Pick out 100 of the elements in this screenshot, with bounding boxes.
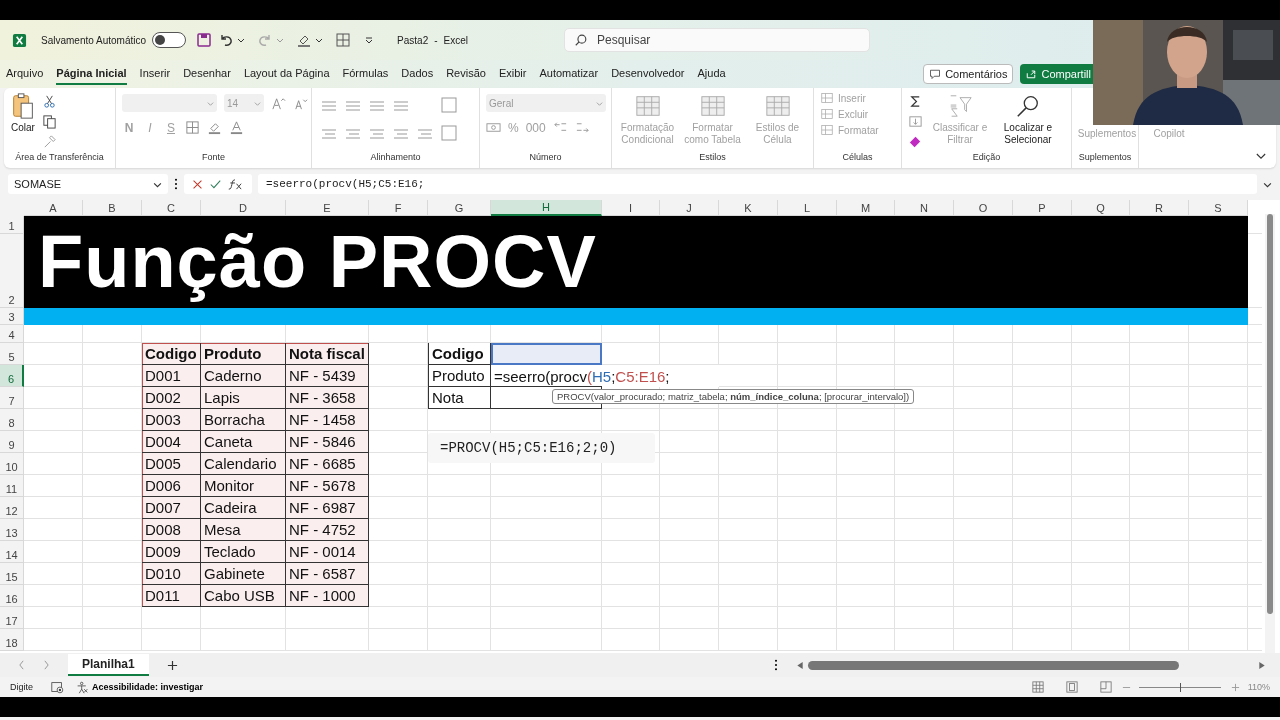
formula-input[interactable]: =seerro(procv(H5;C5:E16; — [258, 174, 1257, 194]
group-label: Fonte — [202, 152, 225, 162]
autosave-toggle[interactable] — [152, 32, 187, 48]
row-header[interactable]: 11 — [0, 475, 24, 497]
table-cell: NF - 6685 — [286, 453, 369, 475]
table-cell: D009 — [142, 541, 201, 563]
column-header[interactable]: G — [428, 200, 491, 216]
grow-font-icon[interactable] — [271, 95, 286, 111]
menu-tab[interactable]: Fórmulas — [342, 63, 389, 85]
column-header[interactable]: J — [660, 200, 719, 216]
row-header[interactable]: 18 — [0, 629, 24, 651]
comments-button[interactable]: Comentários — [923, 64, 1014, 84]
borders-icon[interactable] — [335, 32, 352, 48]
more-icon[interactable] — [174, 178, 178, 190]
column-header[interactable]: P — [1013, 200, 1072, 216]
menu-tab[interactable]: Revisão — [446, 63, 486, 85]
column-header[interactable]: L — [778, 200, 837, 216]
column-header[interactable]: H — [491, 200, 602, 216]
row-header[interactable]: 2 — [0, 234, 24, 308]
scissors-icon[interactable] — [42, 94, 57, 109]
confirm-icon[interactable] — [209, 178, 221, 190]
column-header[interactable]: Q — [1072, 200, 1130, 216]
scroll-right-icon[interactable] — [1258, 660, 1266, 670]
column-header[interactable]: M — [837, 200, 895, 216]
previous-sheet-icon[interactable] — [18, 660, 25, 670]
format-painter-icon[interactable] — [42, 134, 57, 149]
column-header[interactable]: D — [201, 200, 286, 216]
menu-tab[interactable]: Desenhar — [183, 63, 231, 85]
horizontal-scrollbar[interactable] — [796, 659, 1266, 671]
row-header[interactable]: 14 — [0, 541, 24, 563]
group-label: Área de Transferência — [15, 152, 104, 162]
sheet-tab[interactable]: Planilha1 — [68, 654, 149, 676]
menu-tab[interactable]: Dados — [401, 63, 434, 85]
undo-icon[interactable] — [218, 32, 235, 48]
row-header[interactable]: 12 — [0, 497, 24, 519]
formula-cell[interactable]: =seerro(procv(H5;C5:E16; — [491, 365, 719, 387]
row-header[interactable]: 7 — [0, 387, 24, 409]
column-header[interactable]: I — [602, 200, 660, 216]
column-header[interactable]: K — [719, 200, 778, 216]
accessibility-button[interactable]: Acessibilidade: investigar — [76, 680, 204, 694]
zoom-in-icon[interactable] — [1230, 682, 1240, 692]
menu-tab[interactable]: Arquivo — [6, 63, 44, 85]
menu-tab[interactable]: Desenvolvedor — [611, 63, 685, 85]
column-header[interactable]: O — [954, 200, 1013, 216]
autosave-label: Salvamento Automático — [41, 34, 147, 46]
currency-icon[interactable] — [486, 120, 501, 135]
caret-icon[interactable] — [237, 36, 246, 44]
font-color-icon[interactable] — [229, 120, 244, 135]
normal-view-icon[interactable] — [1031, 681, 1044, 693]
customize-icon[interactable] — [365, 36, 374, 44]
row-header[interactable]: 9 — [0, 431, 24, 453]
copy-icon[interactable] — [42, 114, 57, 129]
more-icon[interactable] — [774, 659, 778, 671]
row-header[interactable]: 5 — [0, 343, 24, 365]
row-header[interactable]: 16 — [0, 585, 24, 607]
menu-tab[interactable]: Ajuda — [697, 63, 726, 85]
column-header[interactable]: S — [1189, 200, 1248, 216]
paste-button[interactable]: Colar — [10, 92, 36, 133]
save-icon[interactable] — [196, 32, 213, 48]
scroll-left-icon[interactable] — [796, 660, 804, 670]
input-cell[interactable] — [491, 343, 602, 365]
search-field[interactable]: Pesquisar — [564, 28, 870, 52]
row-header[interactable]: 8 — [0, 409, 24, 431]
next-sheet-icon[interactable] — [43, 660, 50, 670]
decimal-icon[interactable] — [574, 120, 590, 135]
column-header[interactable]: N — [895, 200, 954, 216]
borders-icon[interactable] — [185, 120, 200, 135]
column-header[interactable]: C — [142, 200, 201, 216]
menu-tab[interactable]: Página Inicial — [56, 63, 127, 85]
column-header[interactable]: E — [286, 200, 369, 216]
menu-tab[interactable]: Inserir — [139, 63, 171, 85]
add-sheet-icon[interactable] — [166, 659, 178, 671]
fill-color-icon[interactable] — [207, 120, 222, 135]
column-header[interactable]: R — [1130, 200, 1189, 216]
column-header[interactable]: B — [83, 200, 142, 216]
share-button[interactable]: Compartill — [1020, 64, 1093, 84]
page-break-icon[interactable] — [1099, 681, 1112, 693]
editing-button[interactable]: Localizar e Selecionar — [997, 92, 1059, 146]
macro-record-icon[interactable] — [51, 680, 64, 694]
menu-tab[interactable]: Exibir — [498, 63, 527, 85]
row-header[interactable]: 6 — [0, 365, 24, 387]
vertical-scrollbar[interactable] — [1265, 214, 1275, 653]
fill-down-icon[interactable] — [908, 114, 923, 129]
row-header[interactable]: 15 — [0, 563, 24, 585]
caret-icon[interactable] — [315, 36, 324, 44]
cancel-icon[interactable] — [191, 178, 203, 190]
name-box[interactable]: SOMASE — [8, 174, 168, 194]
column-header[interactable]: A — [24, 200, 83, 216]
row-header[interactable]: 10 — [0, 453, 24, 475]
row-header[interactable]: 1 — [0, 216, 24, 234]
collapse-icon[interactable] — [1256, 153, 1266, 160]
page-layout-icon[interactable] — [1065, 681, 1078, 693]
row-header[interactable]: 17 — [0, 607, 24, 629]
column-header[interactable]: F — [369, 200, 428, 216]
row-header[interactable]: 3 — [0, 308, 24, 325]
row-header[interactable]: 4 — [0, 325, 24, 343]
row-header[interactable]: 13 — [0, 519, 24, 541]
caret-icon — [254, 99, 261, 107]
menu-tab[interactable]: Automatizar — [539, 63, 599, 85]
menu-tab[interactable]: Layout da Página — [243, 63, 330, 85]
